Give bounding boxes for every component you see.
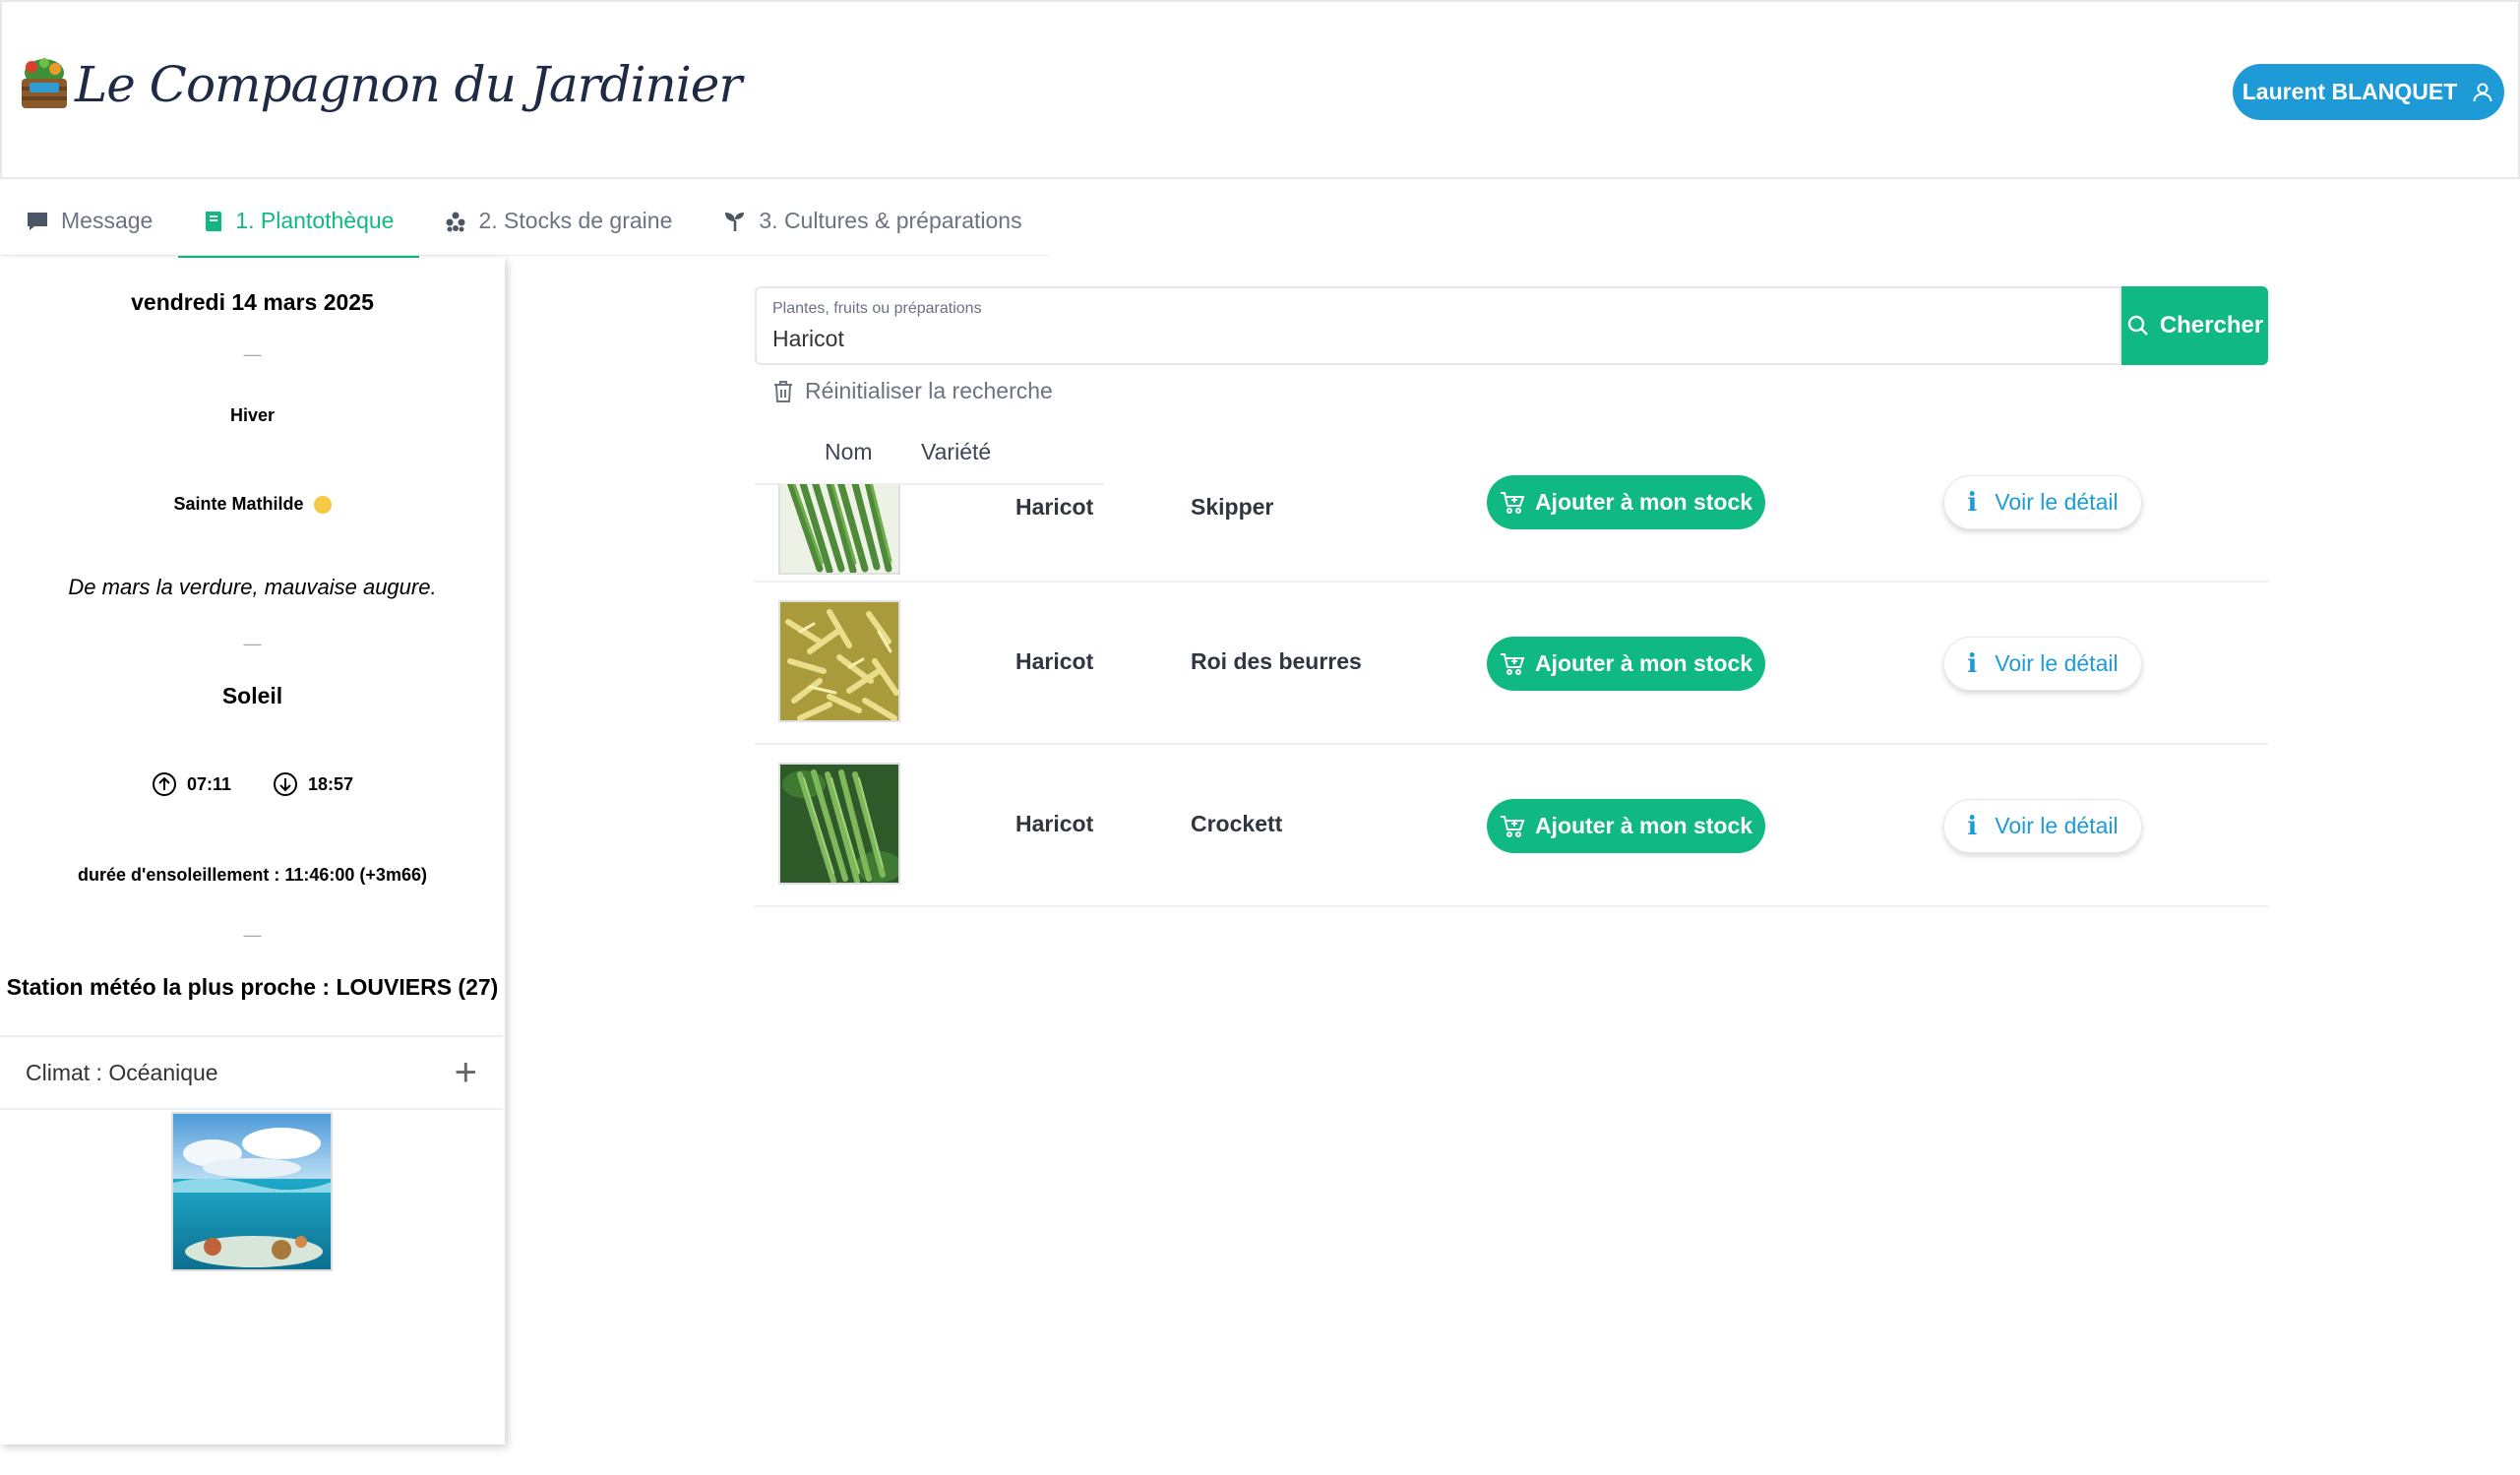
tab-cultures-preparations[interactable]: 3. Cultures & préparations: [698, 187, 1047, 258]
cart-plus-icon: [1500, 815, 1525, 837]
search-input[interactable]: Plantes, fruits ou préparations Haricot: [755, 286, 2121, 365]
user-name: Laurent BLANQUET: [2242, 79, 2458, 104]
table-row: Haricot Roi des beurres Ajouter à mon st…: [755, 583, 2268, 745]
season: Hiver: [229, 405, 276, 425]
ephemeris-sidebar: vendredi 14 mars 2025 — Hiver Sainte Mat…: [0, 258, 505, 1444]
saint-of-day: Sainte Mathilde: [0, 494, 505, 515]
cell-nom: Haricot: [1015, 811, 1094, 836]
tab-label: Message: [61, 208, 154, 233]
info-icon: i: [1967, 648, 1978, 679]
search-button[interactable]: Chercher: [2121, 286, 2268, 365]
app-logo[interactable]: Le Compagnon du Jardinier: [18, 53, 742, 116]
add-label: Ajouter à mon stock: [1534, 813, 1753, 838]
main-tabs: Message 1. Plantothèque 2. Stocks de gra…: [0, 187, 1048, 258]
current-date: vendredi 14 mars 2025: [131, 289, 374, 315]
sunrise-arrow-up-icon: [152, 772, 176, 796]
cell-nom: Haricot: [1015, 494, 1094, 520]
message-icon: [28, 212, 47, 230]
plant-thumbnail[interactable]: [778, 600, 900, 722]
search-label: Plantes, fruits ou préparations: [772, 300, 982, 317]
detail-label: Voir le détail: [1995, 813, 2119, 838]
tab-label: 2. Stocks de graine: [478, 208, 673, 233]
cell-variete: Skipper: [1191, 494, 1274, 520]
app-title: Le Compagnon du Jardinier: [75, 56, 742, 113]
saint-dot-icon: [313, 495, 332, 514]
tab-plantotheque[interactable]: 1. Plantothèque: [178, 187, 420, 258]
cell-variete: Crockett: [1191, 811, 1283, 836]
tab-message[interactable]: Message: [0, 187, 178, 258]
add-to-stock-button[interactable]: Ajouter à mon stock: [1487, 475, 1765, 529]
garden-basket-icon: [22, 58, 67, 108]
add-to-stock-button[interactable]: Ajouter à mon stock: [1487, 799, 1765, 853]
seeds-icon: [446, 212, 465, 231]
tabs-divider: [0, 255, 1048, 256]
info-icon: i: [1967, 487, 1978, 518]
add-label: Ajouter à mon stock: [1534, 489, 1753, 515]
reset-label: Réinitialiser la recherche: [805, 378, 1053, 403]
app-header: Le Compagnon du Jardinier Laurent BLANQU…: [0, 0, 2520, 179]
separator: —: [243, 634, 262, 653]
table-row: Haricot Crockett Ajouter à mon stock i V…: [755, 745, 2268, 907]
detail-label: Voir le détail: [1995, 650, 2119, 676]
weather-station: Station météo la plus proche : LOUVIERS …: [6, 974, 499, 1000]
info-icon: i: [1967, 811, 1978, 841]
separator: —: [243, 344, 262, 364]
separator: —: [243, 925, 262, 945]
search-icon: [2127, 315, 2148, 336]
reset-search-link[interactable]: Réinitialiser la recherche: [773, 378, 1053, 404]
plant-thumbnail[interactable]: [778, 763, 900, 885]
cell-variete: Roi des beurres: [1191, 648, 1362, 674]
climate-label: Climat : Océanique: [26, 1059, 218, 1085]
proverb: De mars la verdure, mauvaise augure.: [68, 575, 437, 599]
add-label: Ajouter à mon stock: [1534, 650, 1753, 676]
search-button-label: Chercher: [2159, 312, 2264, 338]
add-to-stock-button[interactable]: Ajouter à mon stock: [1487, 637, 1765, 691]
user-account-button[interactable]: Laurent BLANQUET: [2233, 64, 2504, 120]
view-detail-button[interactable]: i Voir le détail: [1943, 475, 2142, 529]
sunrise-time: 07:11: [186, 773, 231, 794]
sun-title: Soleil: [221, 683, 283, 708]
detail-label: Voir le détail: [1995, 489, 2119, 515]
view-detail-button[interactable]: i Voir le détail: [1943, 799, 2142, 853]
sun-times: 07:11 18:57: [0, 771, 505, 797]
climate-accordion[interactable]: Climat : Océanique +: [0, 1035, 503, 1110]
cell-nom: Haricot: [1015, 648, 1094, 674]
expand-plus-icon[interactable]: +: [455, 1053, 477, 1092]
climate-image: [171, 1112, 333, 1271]
search-value[interactable]: Haricot: [772, 326, 844, 352]
trash-icon: [774, 380, 792, 402]
tab-label: 1. Plantothèque: [235, 208, 395, 233]
cart-plus-icon: [1500, 491, 1525, 514]
cart-plus-icon: [1500, 652, 1525, 675]
sprout-icon: [725, 212, 745, 231]
table-row: Haricot Skipper Ajouter à mon stock i Vo…: [755, 419, 2268, 583]
sunset-time: 18:57: [308, 773, 354, 794]
view-detail-button[interactable]: i Voir le détail: [1943, 637, 2142, 691]
tab-stocks-graine[interactable]: 2. Stocks de graine: [419, 187, 698, 258]
plant-thumbnail[interactable]: [778, 484, 900, 575]
daylight-duration: durée d'ensoleillement : 11:46:00 (+3m66…: [78, 865, 427, 885]
user-icon: [2473, 83, 2492, 101]
sunset-arrow-down-icon: [274, 772, 297, 796]
book-icon: [206, 211, 222, 231]
saint-name: Sainte Mathilde: [173, 494, 304, 514]
tab-label: 3. Cultures & préparations: [759, 208, 1022, 233]
